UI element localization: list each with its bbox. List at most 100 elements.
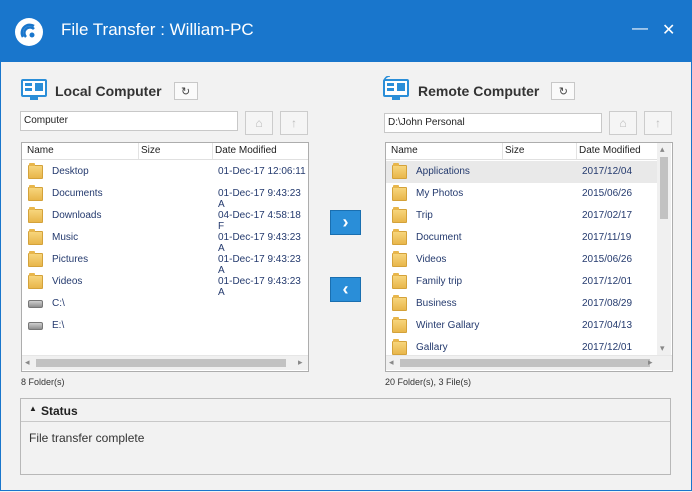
list-item[interactable]: Videos 01-Dec-17 9:43:23 A bbox=[22, 271, 308, 298]
list-item[interactable]: C:\ bbox=[22, 293, 308, 315]
status-panel: ▲ Status File transfer complete bbox=[20, 398, 671, 475]
minimize-button[interactable]: — bbox=[632, 20, 648, 38]
column-date-modified[interactable]: Date Modified bbox=[215, 145, 277, 156]
list-item[interactable]: Winter Gallary 2017/04/13 bbox=[386, 315, 657, 337]
status-message: File transfer complete bbox=[29, 431, 145, 445]
item-name: Downloads bbox=[52, 210, 102, 221]
remote-list-header: Name Size Date Modified bbox=[386, 143, 658, 160]
remote-horizontal-scrollbar[interactable]: ◂ ▸ bbox=[386, 355, 672, 370]
local-up-button[interactable]: ↑ bbox=[280, 111, 308, 135]
list-item[interactable]: Document 2017/11/19 bbox=[386, 227, 657, 249]
remote-up-button[interactable]: ↑ bbox=[644, 111, 672, 135]
transfer-to-local-button[interactable]: ‹ bbox=[330, 277, 361, 302]
folder-icon bbox=[28, 163, 43, 179]
local-path-input[interactable]: Computer bbox=[20, 111, 238, 131]
list-item[interactable]: Pictures 01-Dec-17 9:43:23 A bbox=[22, 249, 308, 276]
folder-icon bbox=[392, 163, 407, 179]
local-horizontal-scrollbar[interactable]: ◂ ▸ bbox=[22, 355, 308, 370]
list-item[interactable]: Downloads 04-Dec-17 4:58:18 F bbox=[22, 205, 308, 232]
item-name: Music bbox=[52, 232, 79, 243]
local-home-button[interactable]: ⌂ bbox=[245, 111, 273, 135]
list-item[interactable]: E:\ bbox=[22, 315, 308, 337]
status-title: Status bbox=[41, 404, 78, 418]
scroll-thumb[interactable] bbox=[400, 359, 650, 367]
arrow-up-icon: ↑ bbox=[655, 116, 661, 130]
remote-home-button[interactable]: ⌂ bbox=[609, 111, 637, 135]
list-item[interactable]: Music 01-Dec-17 9:43:23 A bbox=[22, 227, 308, 254]
remote-vertical-scrollbar[interactable]: ▴ ▾ bbox=[657, 143, 671, 355]
drive-icon bbox=[28, 322, 43, 330]
list-item[interactable]: Applications 2017/12/04 bbox=[386, 161, 657, 183]
item-date-modified: 2017/12/01 bbox=[582, 342, 633, 353]
chevron-right-icon: › bbox=[342, 212, 349, 232]
item-date-modified: 2017/02/17 bbox=[582, 210, 633, 221]
item-name: Videos bbox=[416, 254, 447, 265]
item-name: Documents bbox=[52, 188, 103, 199]
remote-refresh-button[interactable]: ↻ bbox=[551, 82, 576, 100]
item-name: C:\ bbox=[52, 298, 65, 309]
list-item[interactable]: Trip 2017/02/17 bbox=[386, 205, 657, 227]
list-item[interactable]: Family trip 2017/12/01 bbox=[386, 271, 657, 293]
close-button[interactable]: ✕ bbox=[662, 20, 675, 40]
item-name: Applications bbox=[416, 166, 470, 177]
transfer-to-remote-button[interactable]: › bbox=[330, 210, 361, 235]
arrow-up-icon: ↑ bbox=[291, 116, 297, 130]
scroll-thumb[interactable] bbox=[36, 359, 286, 367]
folder-icon bbox=[28, 207, 43, 223]
refresh-icon: ↻ bbox=[558, 85, 568, 98]
column-date-modified[interactable]: Date Modified bbox=[579, 145, 641, 156]
folder-icon bbox=[392, 207, 407, 223]
local-file-list[interactable]: Name Size Date Modified Desktop 01-Dec-17… bbox=[21, 142, 309, 372]
scroll-thumb[interactable] bbox=[660, 157, 668, 219]
local-item-count: 8 Folder(s) bbox=[21, 377, 65, 387]
scroll-right-icon: ▸ bbox=[648, 357, 653, 367]
folder-icon bbox=[28, 229, 43, 245]
local-refresh-button[interactable]: ↻ bbox=[173, 82, 198, 100]
column-size[interactable]: Size bbox=[505, 145, 524, 156]
item-name: Winter Gallary bbox=[416, 320, 480, 331]
item-date-modified: 2017/12/01 bbox=[582, 276, 633, 287]
remote-path-input[interactable]: D:\John Personal bbox=[384, 113, 602, 133]
list-item[interactable]: Videos 2015/06/26 bbox=[386, 249, 657, 271]
drive-icon bbox=[28, 300, 43, 308]
scroll-left-icon: ◂ bbox=[25, 357, 30, 367]
scroll-left-icon: ◂ bbox=[389, 357, 394, 367]
item-date-modified: 2017/11/19 bbox=[582, 232, 632, 243]
home-icon: ⌂ bbox=[619, 116, 627, 130]
list-item[interactable]: My Photos 2015/06/26 bbox=[386, 183, 657, 205]
folder-icon bbox=[392, 339, 407, 355]
item-name: Family trip bbox=[416, 276, 463, 287]
local-pane-header: Local Computer ↻ bbox=[55, 82, 198, 100]
remote-pane-title: Remote Computer bbox=[418, 83, 540, 99]
item-name: E:\ bbox=[52, 320, 65, 331]
refresh-icon: ↻ bbox=[180, 85, 191, 98]
folder-icon bbox=[392, 229, 407, 245]
app-logo-icon bbox=[15, 18, 43, 46]
item-name: Document bbox=[416, 232, 462, 243]
item-name: Gallary bbox=[416, 342, 448, 353]
folder-icon bbox=[392, 251, 407, 267]
status-header[interactable]: ▲ Status bbox=[21, 399, 670, 422]
column-size[interactable]: Size bbox=[141, 145, 160, 156]
item-date-modified: 2017/12/04 bbox=[582, 166, 633, 177]
chevron-left-icon: ‹ bbox=[342, 279, 349, 299]
column-name[interactable]: Name bbox=[391, 145, 418, 156]
window-title: File Transfer : William-PC bbox=[61, 20, 254, 39]
item-date-modified: 2015/06/26 bbox=[582, 188, 633, 199]
home-icon: ⌂ bbox=[255, 116, 263, 130]
list-item[interactable]: Documents 01-Dec-17 9:43:23 A bbox=[22, 183, 308, 210]
local-pane-title: Local Computer bbox=[55, 83, 162, 99]
item-date-modified: 01-Dec-17 12:06:11 bbox=[218, 166, 306, 177]
column-name[interactable]: Name bbox=[27, 145, 54, 156]
scroll-right-icon: ▸ bbox=[298, 357, 303, 367]
item-date-modified: 2017/04/13 bbox=[582, 320, 633, 331]
list-item[interactable]: Desktop 01-Dec-17 12:06:11 bbox=[22, 161, 308, 183]
remote-file-list[interactable]: Name Size Date Modified Applications 2017… bbox=[385, 142, 673, 372]
list-item[interactable]: Business 2017/08/29 bbox=[386, 293, 657, 315]
folder-icon bbox=[28, 273, 43, 289]
item-date-modified: 2017/08/29 bbox=[582, 298, 633, 309]
folder-icon bbox=[28, 251, 43, 267]
item-name: Business bbox=[416, 298, 457, 309]
item-name: Videos bbox=[52, 276, 83, 287]
remote-computer-icon bbox=[383, 76, 409, 100]
